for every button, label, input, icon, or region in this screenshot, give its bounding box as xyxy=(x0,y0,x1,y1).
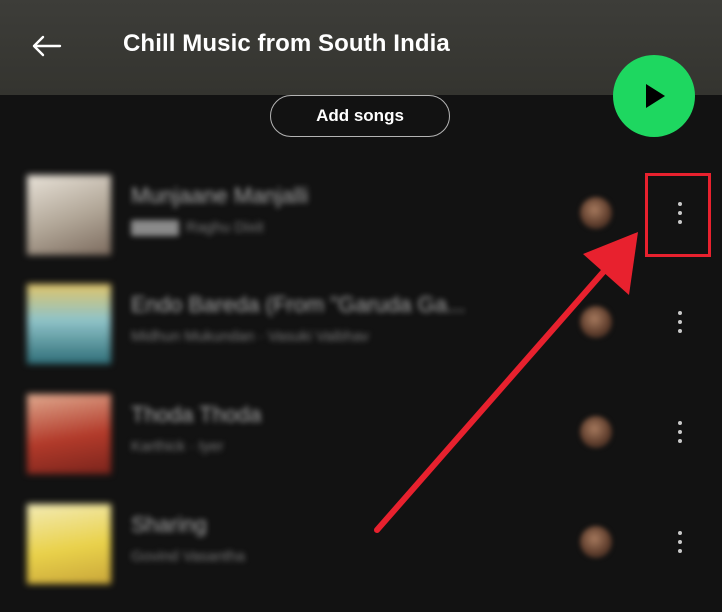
track-row[interactable]: Thoda Thoda Karthick · Iyer xyxy=(0,390,722,502)
play-button[interactable] xyxy=(613,55,695,137)
playlist-header: Chill Music from South India xyxy=(0,0,722,95)
track-cover xyxy=(27,175,111,255)
arrow-left-icon xyxy=(32,35,62,57)
explicit-badge xyxy=(131,219,179,236)
back-button[interactable] xyxy=(26,30,66,62)
track-cover xyxy=(27,284,111,364)
track-cover xyxy=(27,504,111,584)
track-title: Sharing xyxy=(131,512,207,537)
playlist-title: Chill Music from South India xyxy=(123,30,450,57)
more-vertical-icon xyxy=(678,419,682,446)
track-meta: Raghu Dixit xyxy=(131,219,264,236)
track-artist: Govind Vasantha xyxy=(131,548,245,565)
avatar xyxy=(580,306,612,338)
track-artist: Raghu Dixit xyxy=(186,219,264,236)
more-vertical-icon xyxy=(678,309,682,336)
track-artist: Midhun Mukundan · Vasuki Vaibhav xyxy=(131,328,369,345)
track-row[interactable]: Munjaane Manjalli Raghu Dixit xyxy=(0,171,722,283)
track-meta: Midhun Mukundan · Vasuki Vaibhav xyxy=(131,328,369,345)
track-row[interactable]: Sharing Govind Vasantha xyxy=(0,500,722,612)
avatar xyxy=(580,416,612,448)
track-row[interactable]: Endo Bareda (From "Garuda Ga... Midhun M… xyxy=(0,280,722,392)
track-more-button[interactable] xyxy=(664,522,696,562)
track-meta: Karthick · Iyer xyxy=(131,438,224,455)
annotation-highlight-box xyxy=(645,173,711,257)
track-meta: Govind Vasantha xyxy=(131,548,245,565)
avatar xyxy=(580,197,612,229)
avatar xyxy=(580,526,612,558)
more-vertical-icon xyxy=(678,529,682,556)
track-artist: Karthick · Iyer xyxy=(131,438,224,455)
play-icon xyxy=(646,84,665,108)
track-cover xyxy=(27,394,111,474)
add-songs-button[interactable]: Add songs xyxy=(270,95,450,137)
track-more-button[interactable] xyxy=(664,412,696,452)
track-title: Endo Bareda (From "Garuda Ga... xyxy=(131,292,466,317)
track-title: Munjaane Manjalli xyxy=(131,183,309,208)
track-title: Thoda Thoda xyxy=(131,402,262,427)
track-more-button[interactable] xyxy=(664,302,696,342)
